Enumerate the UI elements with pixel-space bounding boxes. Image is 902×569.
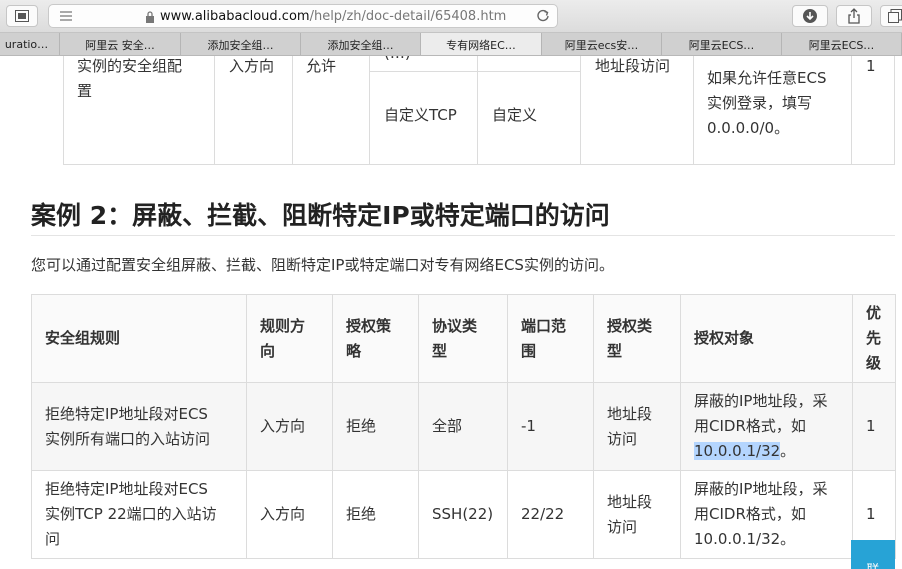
- address-bar[interactable]: www.alibabacloud.com/help/zh/doc-detail/…: [48, 4, 558, 28]
- contact-us-button[interactable]: 联: [851, 540, 895, 569]
- tab-label: 阿里云 安全…: [85, 38, 155, 52]
- header-port: 端口范 围: [507, 294, 594, 383]
- sidebar-toggle-button[interactable]: [6, 5, 38, 27]
- cell-port: 22/22: [507, 470, 594, 559]
- cell-auth-type: 地址段 访问: [593, 382, 681, 471]
- download-icon: [803, 9, 817, 23]
- cell-auth-object: 屏蔽的IP地址段，采 用CIDR格式，如 10.0.0.1/32。: [680, 382, 853, 471]
- section-heading: 案例 2：屏蔽、拦截、阻断特定IP或特定端口的访问: [31, 201, 610, 230]
- cell-auth-type: 地址段 访问: [593, 470, 681, 559]
- tab-7[interactable]: 阿里云ECS…: [782, 33, 902, 55]
- cell-rule: 拒绝特定IP地址段对ECS 实例TCP 22端口的入站访 问: [31, 470, 247, 559]
- cell-protocol: SSH(22): [418, 470, 508, 559]
- auth-object-prefix: 屏蔽的IP地址段，采 用CIDR格式，如: [694, 392, 828, 435]
- share-button[interactable]: [836, 5, 872, 27]
- prev-auth-type-cell: 地址段访问: [595, 57, 671, 75]
- reload-icon[interactable]: [535, 8, 551, 24]
- url-host: www.alibabacloud.com: [160, 9, 310, 24]
- security-group-rules-table: 安全组规则 规则方 向 授权策 略 协议类 型 端口范 围 授权类 型 授权对象…: [31, 294, 896, 559]
- tab-4-active[interactable]: 专有网络EC…: [421, 33, 542, 55]
- auth-object-suffix: 。: [780, 442, 796, 460]
- table-header-row: 安全组规则 规则方 向 授权策 略 协议类 型 端口范 围 授权类 型 授权对象…: [31, 294, 896, 383]
- header-priority: 优 先 级: [852, 294, 896, 383]
- tab-label: 阿里云ecs安…: [564, 38, 639, 52]
- lock-icon: [146, 11, 154, 23]
- cell-auth-object: 屏蔽的IP地址段，采 用CIDR格式，如 10.0.0.1/32。: [680, 470, 853, 559]
- tab-6[interactable]: 阿里云ECS…: [662, 33, 782, 55]
- prev-port-cell: 自定义: [492, 106, 538, 124]
- heading-divider: [31, 235, 895, 236]
- cell-policy: 拒绝: [332, 470, 419, 559]
- cell-priority: 1: [852, 382, 896, 471]
- url-path: /help/zh/doc-detail/65408.htm: [309, 9, 507, 24]
- tabs-overview-button[interactable]: [880, 5, 902, 27]
- contact-us-label: 联: [866, 559, 879, 569]
- header-direction: 规则方 向: [246, 294, 333, 383]
- tab-3[interactable]: 添加安全组…: [301, 33, 421, 55]
- prev-protocol-cell: 自定义TCP: [384, 106, 457, 124]
- cell-policy: 拒绝: [332, 382, 419, 471]
- table-row: 拒绝特定IP地址段对ECS 实例所有端口的入站访问 入方向 拒绝 全部 -1 地…: [31, 382, 896, 471]
- sidebar-icon: [15, 10, 29, 22]
- tab-2[interactable]: 添加安全组…: [181, 33, 301, 55]
- header-protocol: 协议类 型: [418, 294, 508, 383]
- prev-protocol-partial-cell: (…): [384, 56, 411, 66]
- section-intro: 您可以通过配置安全组屏蔽、拦截、阻断特定IP或特定端口对专有网络ECS实例的访问…: [31, 256, 614, 274]
- cell-rule: 拒绝特定IP地址段对ECS 实例所有端口的入站访问: [31, 382, 247, 471]
- header-rule: 安全组规则: [31, 294, 247, 383]
- url-text: www.alibabacloud.com/help/zh/doc-detail/…: [160, 9, 506, 24]
- prev-priority-cell: 1: [866, 57, 876, 75]
- cell-direction: 入方向: [246, 470, 333, 559]
- header-auth-type: 授权类 型: [593, 294, 681, 383]
- tab-label: 添加安全组…: [207, 38, 274, 52]
- prev-policy-cell: 允许: [306, 57, 337, 75]
- downloads-button[interactable]: [792, 5, 828, 27]
- cell-protocol: 全部: [418, 382, 508, 471]
- tab-0[interactable]: uratio…: [0, 33, 60, 55]
- prev-rule-cell: 实例的安全组配 置: [77, 57, 183, 100]
- tab-5[interactable]: 阿里云ecs安…: [542, 33, 662, 55]
- tabs-icon: [888, 9, 902, 23]
- table-row: 拒绝特定IP地址段对ECS 实例TCP 22端口的入站访 问 入方向 拒绝 SS…: [31, 470, 896, 559]
- tab-label: 阿里云ECS…: [688, 38, 755, 52]
- header-policy: 授权策 略: [332, 294, 419, 383]
- browser-toolbar: www.alibabacloud.com/help/zh/doc-detail/…: [0, 0, 902, 33]
- tab-label: 添加安全组…: [327, 38, 394, 52]
- tab-1[interactable]: 阿里云 安全…: [60, 33, 181, 55]
- share-icon: [848, 8, 860, 24]
- cell-port: -1: [507, 382, 594, 471]
- tab-label: 阿里云ECS…: [808, 38, 875, 52]
- reader-icon[interactable]: [59, 9, 73, 23]
- header-auth-object: 授权对象: [680, 294, 853, 383]
- tab-bar: uratio… 阿里云 安全… 添加安全组… 添加安全组… 专有网络EC… 阿里…: [0, 33, 902, 56]
- page-content: 实例的安全组配 置 入方向 允许 (…) 自定义TCP 自定义 地址段访问 如果…: [0, 56, 902, 569]
- selected-text-highlight[interactable]: 10.0.0.1/32: [694, 442, 781, 460]
- prev-direction-cell: 入方向: [229, 57, 275, 75]
- tab-label: 专有网络EC…: [446, 38, 516, 52]
- cell-direction: 入方向: [246, 382, 333, 471]
- tab-label: uratio…: [4, 38, 49, 51]
- prev-auth-object-cell: 如果允许任意ECS 实例登录，填写 0.0.0.0/0。: [707, 69, 827, 137]
